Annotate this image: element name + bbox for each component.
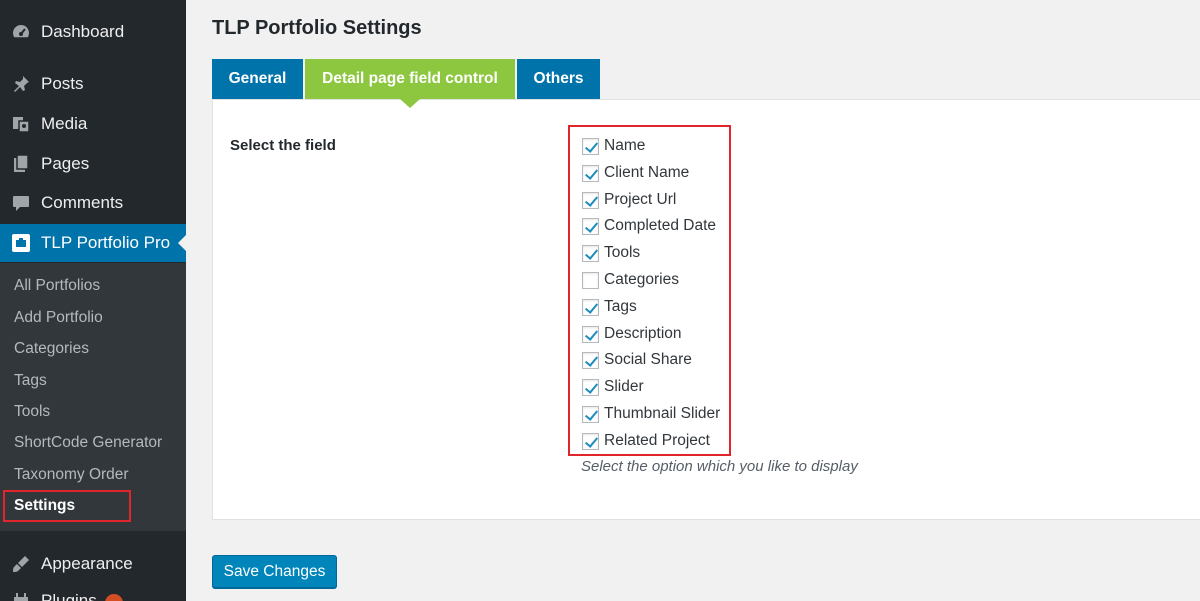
- checkbox-thumbnail-slider[interactable]: [582, 405, 599, 423]
- menu-pages-label: Pages: [41, 154, 90, 173]
- active-tab-pointer: [400, 99, 420, 108]
- checkbox-label-slider: Slider: [604, 378, 644, 395]
- tab-detail-page-field-control[interactable]: Detail page field control: [305, 59, 515, 99]
- page-title: TLP Portfolio Settings: [212, 17, 422, 39]
- field-option-client-name[interactable]: Client Name: [582, 163, 689, 183]
- checkbox-name[interactable]: [582, 137, 599, 155]
- menu-posts-label: Posts: [41, 74, 84, 93]
- menu-tlp-portfolio-pro-label: TLP Portfolio Pro: [41, 233, 171, 252]
- submenu-add-portfolio[interactable]: Add Portfolio: [14, 309, 103, 327]
- menu-plugins-label: Plugins: [41, 591, 97, 601]
- submenu-categories[interactable]: Categories: [14, 340, 89, 358]
- menu-media-label: Media: [41, 114, 88, 133]
- field-option-categories[interactable]: Categories: [582, 270, 679, 290]
- field-hint-text: Select the option which you like to disp…: [581, 458, 858, 475]
- menu-pages[interactable]: Pages: [0, 145, 186, 183]
- checkbox-social-share[interactable]: [582, 351, 599, 369]
- paintbrush-icon: [10, 553, 32, 575]
- settings-highlight-box: [3, 490, 131, 522]
- submenu-tools[interactable]: Tools: [14, 403, 50, 421]
- tab-general[interactable]: General: [212, 59, 303, 99]
- checkbox-label-completed-date: Completed Date: [604, 217, 717, 234]
- plugin-icon: [10, 590, 32, 601]
- checkbox-label-related-project: Related Project: [604, 432, 710, 449]
- field-option-slider[interactable]: Slider: [582, 377, 644, 397]
- checkbox-label-tools: Tools: [604, 244, 641, 261]
- media-icon: [10, 113, 32, 135]
- field-option-description[interactable]: Description: [582, 324, 682, 344]
- submenu-taxonomy-order[interactable]: Taxonomy Order: [14, 466, 129, 484]
- field-option-name[interactable]: Name: [582, 136, 645, 156]
- pushpin-icon: [10, 73, 32, 95]
- menu-dashboard-label: Dashboard: [41, 22, 125, 41]
- checkbox-tools[interactable]: [582, 244, 599, 262]
- field-option-tools[interactable]: Tools: [582, 243, 640, 263]
- menu-media[interactable]: Media: [0, 105, 186, 143]
- checkbox-label-social-share: Social Share: [604, 351, 692, 368]
- menu-posts[interactable]: Posts: [0, 65, 186, 103]
- checkbox-completed-date[interactable]: [582, 217, 599, 235]
- portfolio-icon: [10, 232, 32, 254]
- checkbox-project-url[interactable]: [582, 191, 599, 209]
- save-changes-button[interactable]: Save Changes: [212, 555, 337, 588]
- menu-appearance[interactable]: Appearance: [0, 545, 186, 583]
- field-option-social-share[interactable]: Social Share: [582, 350, 692, 370]
- checkbox-label-description: Description: [604, 325, 682, 342]
- field-option-related-project[interactable]: Related Project: [582, 431, 710, 451]
- checkbox-tags[interactable]: [582, 298, 599, 316]
- admin-sidebar: Dashboard Posts Media Pages Comments TLP…: [0, 0, 186, 601]
- checkbox-label-categories: Categories: [604, 271, 679, 288]
- menu-dashboard[interactable]: Dashboard: [0, 13, 186, 51]
- menu-appearance-label: Appearance: [41, 554, 133, 573]
- checkbox-slider[interactable]: [582, 378, 599, 396]
- menu-comments[interactable]: Comments: [0, 184, 186, 222]
- checkbox-related-project[interactable]: [582, 432, 599, 450]
- checkbox-label-client-name: Client Name: [604, 164, 690, 181]
- checkbox-label-name: Name: [604, 137, 646, 154]
- menu-plugins[interactable]: Plugins: [0, 582, 186, 601]
- checkbox-label-project-url: Project Url: [604, 191, 677, 208]
- tab-others[interactable]: Others: [517, 59, 600, 99]
- checkbox-label-tags: Tags: [604, 298, 637, 315]
- select-field-label: Select the field: [230, 137, 336, 154]
- field-option-tags[interactable]: Tags: [582, 297, 637, 317]
- menu-tlp-portfolio-pro[interactable]: TLP Portfolio Pro: [0, 224, 186, 262]
- pages-icon: [10, 153, 32, 175]
- checkbox-label-thumbnail-slider: Thumbnail Slider: [604, 405, 721, 422]
- checkbox-categories[interactable]: [582, 271, 599, 289]
- comment-icon: [10, 192, 32, 214]
- menu-comments-label: Comments: [41, 193, 124, 212]
- field-option-completed-date[interactable]: Completed Date: [582, 216, 716, 236]
- field-option-project-url[interactable]: Project Url: [582, 190, 676, 210]
- submenu-all-portfolios[interactable]: All Portfolios: [14, 277, 100, 295]
- submenu-tags[interactable]: Tags: [14, 372, 47, 390]
- checkbox-description[interactable]: [582, 325, 599, 343]
- dashboard-icon: [10, 21, 32, 43]
- field-option-thumbnail-slider[interactable]: Thumbnail Slider: [582, 404, 720, 424]
- checkbox-client-name[interactable]: [582, 164, 599, 182]
- submenu-shortcode-generator[interactable]: ShortCode Generator: [14, 434, 162, 452]
